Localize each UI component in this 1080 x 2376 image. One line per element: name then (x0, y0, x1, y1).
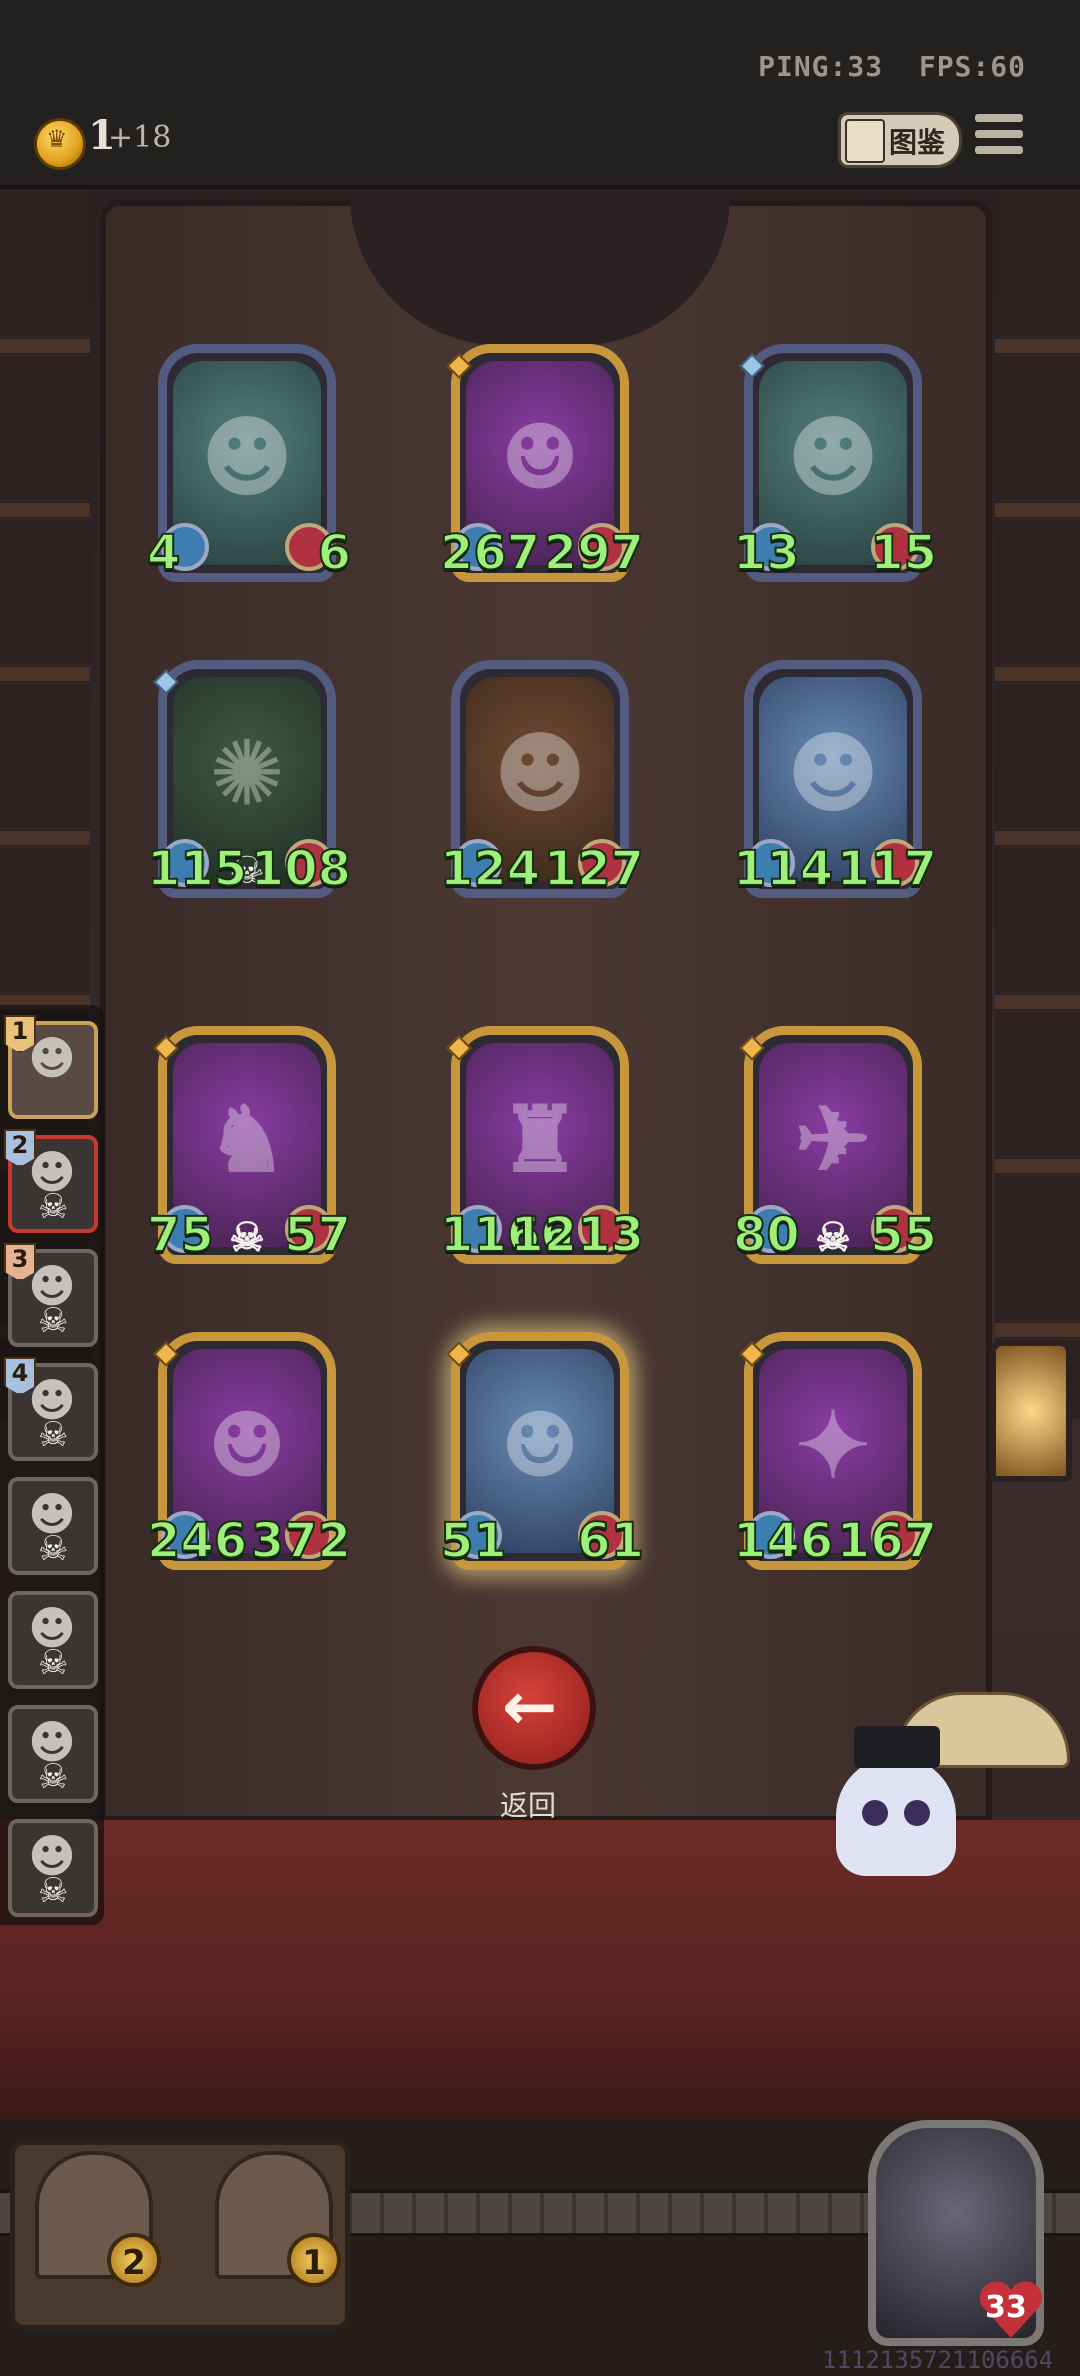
card-attack: 4 (146, 524, 181, 582)
player-id: 1112135721106664 (822, 2346, 1054, 2374)
minion-card[interactable]: ☻ 114 117 (732, 660, 938, 898)
coin-icon (34, 118, 86, 170)
card-health: 167 (836, 1512, 938, 1570)
queue-slot[interactable]: 4 ☻ ☠ (4, 1357, 98, 1461)
back-button[interactable]: ← (472, 1646, 596, 1770)
skull-icon: ☠ (38, 1301, 69, 1341)
player-health: 33 (985, 2290, 1027, 2325)
card-health: 1213 (509, 1206, 645, 1264)
card-health: 55 (869, 1206, 938, 1264)
minion-card[interactable]: ☻ 124 127 (439, 660, 645, 898)
card-attack: 124 (439, 840, 541, 898)
card-attack: 114 (732, 840, 834, 898)
card-health: 57 (283, 1206, 352, 1264)
slot-count-badge: 2 (107, 2233, 161, 2287)
menu-icon[interactable] (975, 114, 1023, 158)
card-health: 61 (576, 1512, 645, 1570)
ghost-mascot[interactable] (836, 1726, 956, 1876)
queue-slot[interactable]: ☻ ☠ (8, 1705, 98, 1803)
card-health: 372 (250, 1512, 352, 1570)
skull-icon: ☠ (229, 1214, 265, 1261)
minion-card[interactable]: ✺ ☠ 115 108 (146, 660, 352, 898)
card-attack: 115 (146, 840, 248, 898)
codex-button[interactable]: 图鉴 (838, 112, 962, 168)
opponent-queue: 1 ☻ 2 ☻ ☠ 3 ☻ ☠ 4 ☻ ☠ ☻ ☠ ☻ ☠ ☻ ☠ ☻ ☠ (0, 1005, 104, 1925)
skull-icon: ☠ (38, 1757, 69, 1797)
ping-text: PING:33 (758, 50, 884, 83)
skull-icon: ☠ (38, 1529, 69, 1569)
minion-card-highlighted[interactable]: ☻ 51 61 (439, 1332, 645, 1570)
minion-card[interactable]: ☻ 4 6 (146, 344, 352, 582)
card-attack: 80 (732, 1206, 801, 1264)
minion-card[interactable]: ♜ 1166 1213 (439, 1026, 645, 1264)
skull-icon: ☠ (38, 1871, 69, 1911)
card-health: 127 (543, 840, 645, 898)
book-icon (845, 119, 885, 163)
minion-card[interactable]: ✦ 146 167 (732, 1332, 938, 1570)
hooded-hero-avatar: ☻ (28, 1031, 76, 1085)
card-health: 297 (543, 524, 645, 582)
queue-slot[interactable]: 2 ☻ ☠ (4, 1129, 98, 1233)
card-attack: 13 (732, 524, 801, 582)
fps-text: FPS:60 (918, 50, 1026, 83)
lantern-icon (990, 1340, 1072, 1482)
minion-card[interactable]: ♞ ☠ 75 57 (146, 1026, 352, 1264)
card-attack: 267 (439, 524, 541, 582)
card-health: 15 (869, 524, 938, 582)
bookshelf-right (995, 189, 1080, 1419)
skull-icon: ☠ (815, 1214, 851, 1261)
queue-slot[interactable]: ☻ ☠ (8, 1477, 98, 1575)
card-health: 117 (836, 840, 938, 898)
minion-card[interactable]: ☻ 13 15 (732, 344, 938, 582)
skull-icon: ☠ (38, 1643, 69, 1683)
card-attack: 75 (146, 1206, 215, 1264)
queue-slot[interactable]: 1 ☻ (4, 1015, 98, 1119)
back-label: 返回 (500, 1789, 557, 1822)
codex-label: 图鉴 (889, 126, 946, 159)
minion-card[interactable]: ✈ ☠ 80 55 (732, 1026, 938, 1264)
queue-slot[interactable]: ☻ ☠ (8, 1591, 98, 1689)
slot-count-badge: 1 (287, 2233, 341, 2287)
card-attack: 146 (732, 1512, 834, 1570)
gold-income: +18 (108, 120, 172, 155)
hand-slot-2[interactable]: 1 (215, 2151, 341, 2287)
card-health: 6 (317, 524, 352, 582)
hand-slot-1[interactable]: 2 (35, 2151, 161, 2287)
arrow-left-icon: ← (502, 1668, 558, 1745)
card-attack: 51 (439, 1512, 508, 1570)
minion-card[interactable]: ☻ 267 297 (439, 344, 645, 582)
network-status: PING:33 FPS:60 (758, 50, 1026, 83)
minion-card[interactable]: ☻ 246 372 (146, 1332, 352, 1570)
skull-icon: ☠ (38, 1187, 69, 1227)
skull-icon: ☠ (38, 1415, 69, 1455)
card-attack: 246 (146, 1512, 248, 1570)
hand-crate: 2 1 (10, 2140, 350, 2330)
card-health: 108 (250, 840, 352, 898)
queue-slot[interactable]: ☻ ☠ (8, 1819, 98, 1917)
queue-slot[interactable]: 3 ☻ ☠ (4, 1243, 98, 1347)
